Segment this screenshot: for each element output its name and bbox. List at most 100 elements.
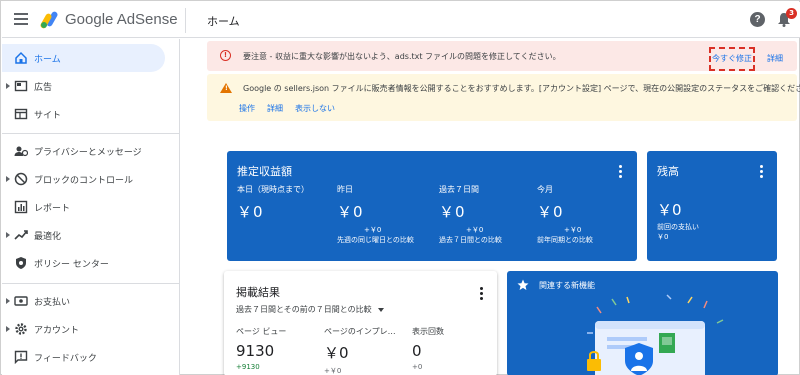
optimize-icon: [14, 230, 28, 240]
metric-value: 9130: [236, 342, 275, 360]
sidebar-item-home[interactable]: ホーム: [2, 44, 165, 72]
sidebar-item-label: レポート: [34, 204, 71, 214]
card-title: 推定収益額: [237, 165, 292, 178]
sidebar-item-account[interactable]: アカウント: [2, 315, 178, 343]
sidebar-item-label: フィードバック: [34, 354, 97, 364]
balance-card: 残高 ￥0 前回の支払い ￥0: [647, 151, 777, 261]
metric-delta: +0: [412, 363, 423, 371]
sites-icon: [14, 108, 28, 120]
last-payment-label: 前回の支払い: [657, 223, 699, 231]
sidebar-item-reports[interactable]: レポート: [2, 193, 178, 221]
ads-icon: [14, 80, 28, 92]
metric-delta: +￥0: [364, 226, 382, 234]
sidebar-divider: [2, 283, 180, 284]
sidebar-item-label: ホーム: [34, 55, 61, 65]
sidebar-item-policy-center[interactable]: ポリシー センター: [2, 249, 178, 277]
page-title: ホーム: [207, 15, 240, 28]
error-message: 要注意 - 収益に重大な影響が出ないよう、ads.txt ファイルの問題を修正し…: [243, 52, 561, 61]
sidebar-divider: [2, 133, 180, 134]
brand-name: Google AdSense: [65, 11, 178, 28]
expand-caret-icon[interactable]: [6, 298, 10, 304]
estimated-earnings-card: 推定収益額 本日（現時点まで） ￥0 昨日 ￥0 +￥0 先週の同じ曜日との比較…: [227, 151, 637, 261]
earnings-last-7-days: 過去７日間 ￥0 +￥0 過去７日間との比較: [439, 184, 539, 245]
metric-value: ￥0: [537, 203, 564, 221]
header-divider: [185, 8, 186, 33]
sidebar: ホーム 広告 サイト プライバシーとメッセージ ブロックのコントロール レポート: [2, 39, 180, 375]
new-features-card: 関連する新機能: [507, 271, 778, 375]
sidebar-item-ads[interactable]: 広告: [2, 72, 178, 100]
gear-icon: [15, 323, 27, 335]
warning-icon-mark: !: [225, 85, 228, 92]
earnings-yesterday: 昨日 ￥0 +￥0 先週の同じ曜日との比較: [337, 184, 437, 245]
dropdown-arrow-icon: [378, 307, 385, 312]
metric-label: 昨日: [337, 185, 353, 194]
adsense-logo: [40, 11, 58, 29]
expand-caret-icon[interactable]: [6, 83, 10, 89]
metric-page-views: ページ ビュー 9130 +9130: [236, 326, 316, 371]
hamburger-menu-icon[interactable]: [14, 13, 28, 25]
balance-value: ￥0: [657, 201, 682, 219]
sidebar-item-label: ポリシー センター: [34, 260, 109, 270]
metric-value: ￥0: [237, 203, 264, 221]
expand-caret-icon[interactable]: [6, 326, 10, 332]
card-title: 関連する新機能: [539, 281, 595, 290]
metric-label: 表示回数: [412, 327, 444, 336]
period-selector[interactable]: 過去７日間とその前の７日間との比較: [236, 304, 385, 315]
metric-label: 過去７日間: [439, 185, 479, 194]
sellers-json-warning-banner: ! Google の sellers.json ファイルに販売者情報を公開するこ…: [207, 74, 800, 121]
sidebar-item-label: 最適化: [34, 232, 62, 242]
sidebar-item-label: 広告: [34, 83, 53, 93]
metric-value: ￥0: [439, 203, 466, 221]
error-icon: !: [220, 50, 231, 61]
last-payment-value: ￥0: [657, 233, 669, 241]
metric-page-rpm: ページのインプレ… ￥0 +￥0: [324, 326, 409, 375]
metric-label: ページのインプレ…: [324, 327, 396, 336]
warning-message: Google の sellers.json ファイルに販売者情報を公開することを…: [243, 84, 800, 93]
payments-icon: [14, 296, 28, 306]
sidebar-item-sites[interactable]: サイト: [2, 100, 178, 128]
home-icon: [15, 51, 27, 64]
more-vert-icon[interactable]: [480, 287, 483, 302]
metric-comparison: 前年同期との比較: [537, 236, 593, 244]
warning-action-link[interactable]: 操作: [239, 103, 255, 114]
block-icon: [14, 172, 28, 186]
sidebar-item-privacy[interactable]: プライバシーとメッセージ: [2, 137, 178, 165]
notification-badge: 3: [786, 8, 797, 19]
earnings-today: 本日（現時点まで） ￥0: [237, 184, 337, 222]
metric-delta: +￥0: [564, 226, 582, 234]
sidebar-item-payments[interactable]: お支払い: [2, 287, 178, 315]
sidebar-item-label: サイト: [34, 111, 62, 121]
error-details-link[interactable]: 詳細: [767, 53, 783, 64]
performance-card: 掲載結果 過去７日間とその前の７日間との比較 ページ ビュー 9130 +913…: [224, 271, 497, 375]
metric-value: 0: [412, 342, 422, 360]
card-title: 残高: [657, 165, 679, 178]
more-vert-icon[interactable]: [619, 165, 622, 180]
metric-label: ページ ビュー: [236, 327, 287, 336]
sidebar-item-optimize[interactable]: 最適化: [2, 221, 178, 249]
metric-label: 本日（現時点まで）: [237, 185, 309, 194]
sidebar-item-feedback[interactable]: フィードバック: [2, 343, 178, 371]
metric-delta: +￥0: [324, 367, 342, 375]
help-icon[interactable]: ?: [750, 12, 765, 27]
sidebar-item-block-controls[interactable]: ブロックのコントロール: [2, 165, 178, 193]
warning-dismiss-link[interactable]: 表示しない: [295, 103, 335, 114]
warning-details-link[interactable]: 詳細: [267, 103, 283, 114]
sidebar-item-label: アカウント: [34, 326, 80, 336]
sidebar-item-label: プライバシーとメッセージ: [34, 148, 142, 158]
metric-comparison: 過去７日間との比較: [439, 236, 502, 244]
earnings-this-month: 今月 ￥0 +￥0 前年同期との比較: [537, 184, 637, 245]
expand-caret-icon[interactable]: [6, 176, 10, 182]
more-vert-icon[interactable]: [760, 165, 763, 180]
sidebar-item-label: ブロックのコントロール: [34, 176, 134, 186]
metric-value: ￥0: [337, 203, 364, 221]
metric-delta: +9130: [236, 363, 260, 371]
expand-caret-icon[interactable]: [6, 232, 10, 238]
metric-impressions: 表示回数 0 +0: [412, 326, 487, 371]
metric-value: ￥0: [324, 344, 349, 362]
metric-delta: +￥0: [466, 226, 484, 234]
metric-comparison: 先週の同じ曜日との比較: [337, 236, 414, 244]
period-label: 過去７日間とその前の７日間との比較: [236, 305, 372, 314]
adsense-window: Google AdSense ホーム ? 3 ホーム 広告 サイト プライバシー…: [0, 0, 800, 375]
fix-now-button[interactable]: 今すぐ修正: [709, 47, 755, 71]
feature-illustration: [587, 294, 724, 375]
